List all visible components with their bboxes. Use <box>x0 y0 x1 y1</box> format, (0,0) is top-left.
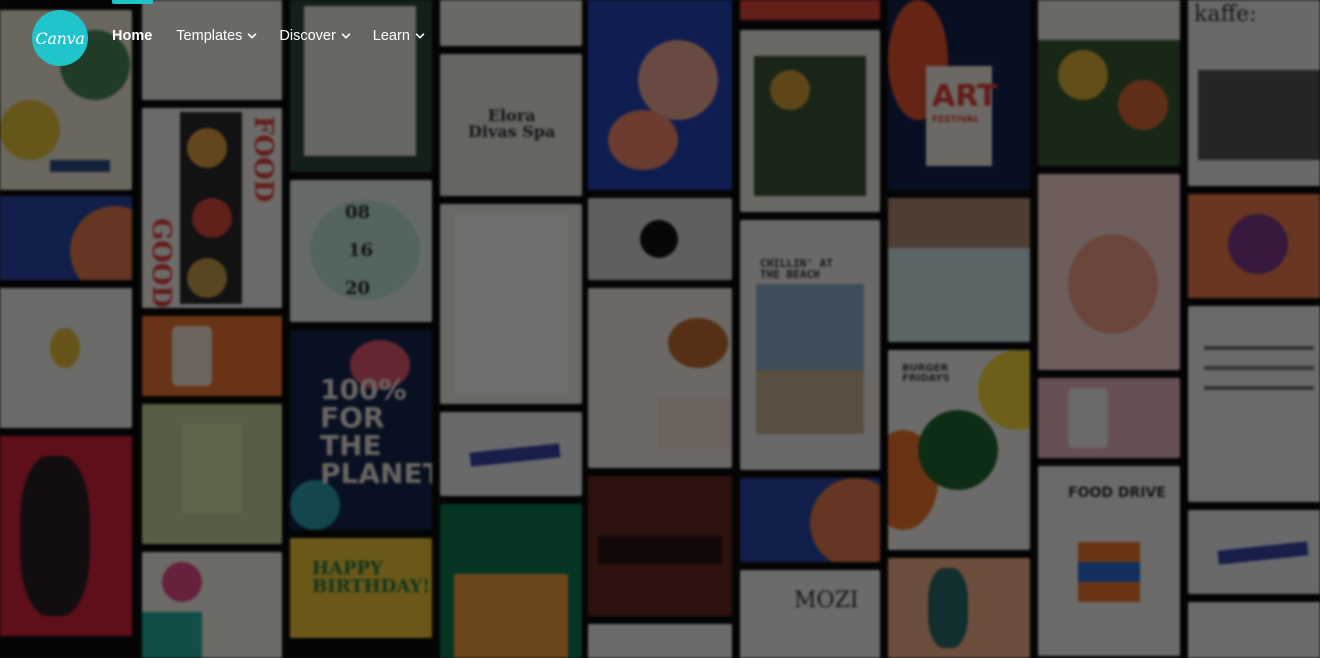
canva-logo[interactable]: Canva <box>32 10 88 66</box>
template-thumbnail <box>588 198 732 280</box>
tile-text: ART <box>932 79 998 114</box>
template-thumbnail <box>440 412 582 496</box>
template-thumbnail <box>1188 602 1320 658</box>
nav-home-label: Home <box>112 28 153 44</box>
nav-learn-label: Learn <box>372 28 410 44</box>
template-thumbnail <box>142 404 282 544</box>
tile-text: 16 <box>348 240 374 261</box>
template-thumbnail <box>588 288 732 468</box>
template-thumbnail <box>1188 510 1320 594</box>
template-thumbnail: BURGER FRIDAYS <box>888 350 1030 550</box>
tile-text: GOOD <box>146 218 176 308</box>
nav-discover-label: Discover <box>279 28 336 44</box>
nav-home[interactable]: Home <box>112 28 152 44</box>
chevron-down-icon <box>341 33 351 39</box>
chevron-down-icon <box>415 33 425 39</box>
main-nav: Home Templates Discover Learn <box>112 26 447 46</box>
template-thumbnail: FOOD GOOD <box>142 108 282 308</box>
active-nav-indicator <box>112 0 153 4</box>
tile-text: 20 <box>345 278 371 299</box>
template-thumbnail: CHILLIN' AT THE BEACH <box>740 220 880 470</box>
template-thumbnail <box>888 558 1030 658</box>
template-thumbnail: HAPPY BIRTHDAY! <box>290 538 432 638</box>
template-thumbnail <box>0 196 132 280</box>
template-thumbnail <box>0 288 132 428</box>
tile-text: MOZI <box>794 588 859 613</box>
template-thumbnail <box>142 316 282 396</box>
tile-text: FESTIVAL <box>932 115 980 125</box>
nav-learn[interactable]: Learn <box>373 28 425 44</box>
template-thumbnail <box>588 476 732 616</box>
tile-text: FOOD DRIVE <box>1068 485 1166 501</box>
template-thumbnail <box>440 504 582 658</box>
tile-text: HAPPY BIRTHDAY! <box>312 558 431 597</box>
template-thumbnail <box>588 624 732 658</box>
nav-templates[interactable]: Templates <box>176 28 257 44</box>
template-thumbnail <box>888 198 1030 342</box>
tile-text: CHILLIN' AT THE BEACH <box>760 257 833 281</box>
tile-text: FOOD <box>248 116 278 203</box>
template-thumbnail <box>740 478 880 562</box>
template-thumbnail <box>0 436 132 636</box>
template-thumbnail <box>1038 174 1180 370</box>
tile-text: 100% FOR THE PLANET <box>320 373 432 490</box>
template-thumbnail: FOOD DRIVE <box>1038 466 1180 656</box>
template-thumbnail <box>1038 378 1180 458</box>
template-mosaic-background: FOOD GOOD 08 16 20 100% FOR THE PLANET H… <box>0 0 1320 658</box>
nav-discover[interactable]: Discover <box>279 28 351 44</box>
template-thumbnail: MOZI <box>740 570 880 658</box>
template-thumbnail <box>440 204 582 404</box>
tile-text: 08 <box>345 202 371 223</box>
tile-text: Elora Divas Spa <box>468 106 556 141</box>
top-navigation-bar: Canva Home Templates Discover Learn <box>0 0 1320 72</box>
template-thumbnail: Elora Divas Spa <box>440 54 582 196</box>
template-thumbnail: 08 16 20 <box>290 180 432 322</box>
template-thumbnail: 100% FOR THE PLANET <box>290 330 432 530</box>
template-thumbnail <box>142 552 282 658</box>
chevron-down-icon <box>248 33 257 39</box>
nav-templates-label: Templates <box>176 28 243 44</box>
template-thumbnail <box>1188 194 1320 298</box>
template-thumbnail <box>1188 306 1320 502</box>
tile-text: BURGER FRIDAYS <box>902 363 950 384</box>
logo-text: Canva <box>35 28 85 48</box>
